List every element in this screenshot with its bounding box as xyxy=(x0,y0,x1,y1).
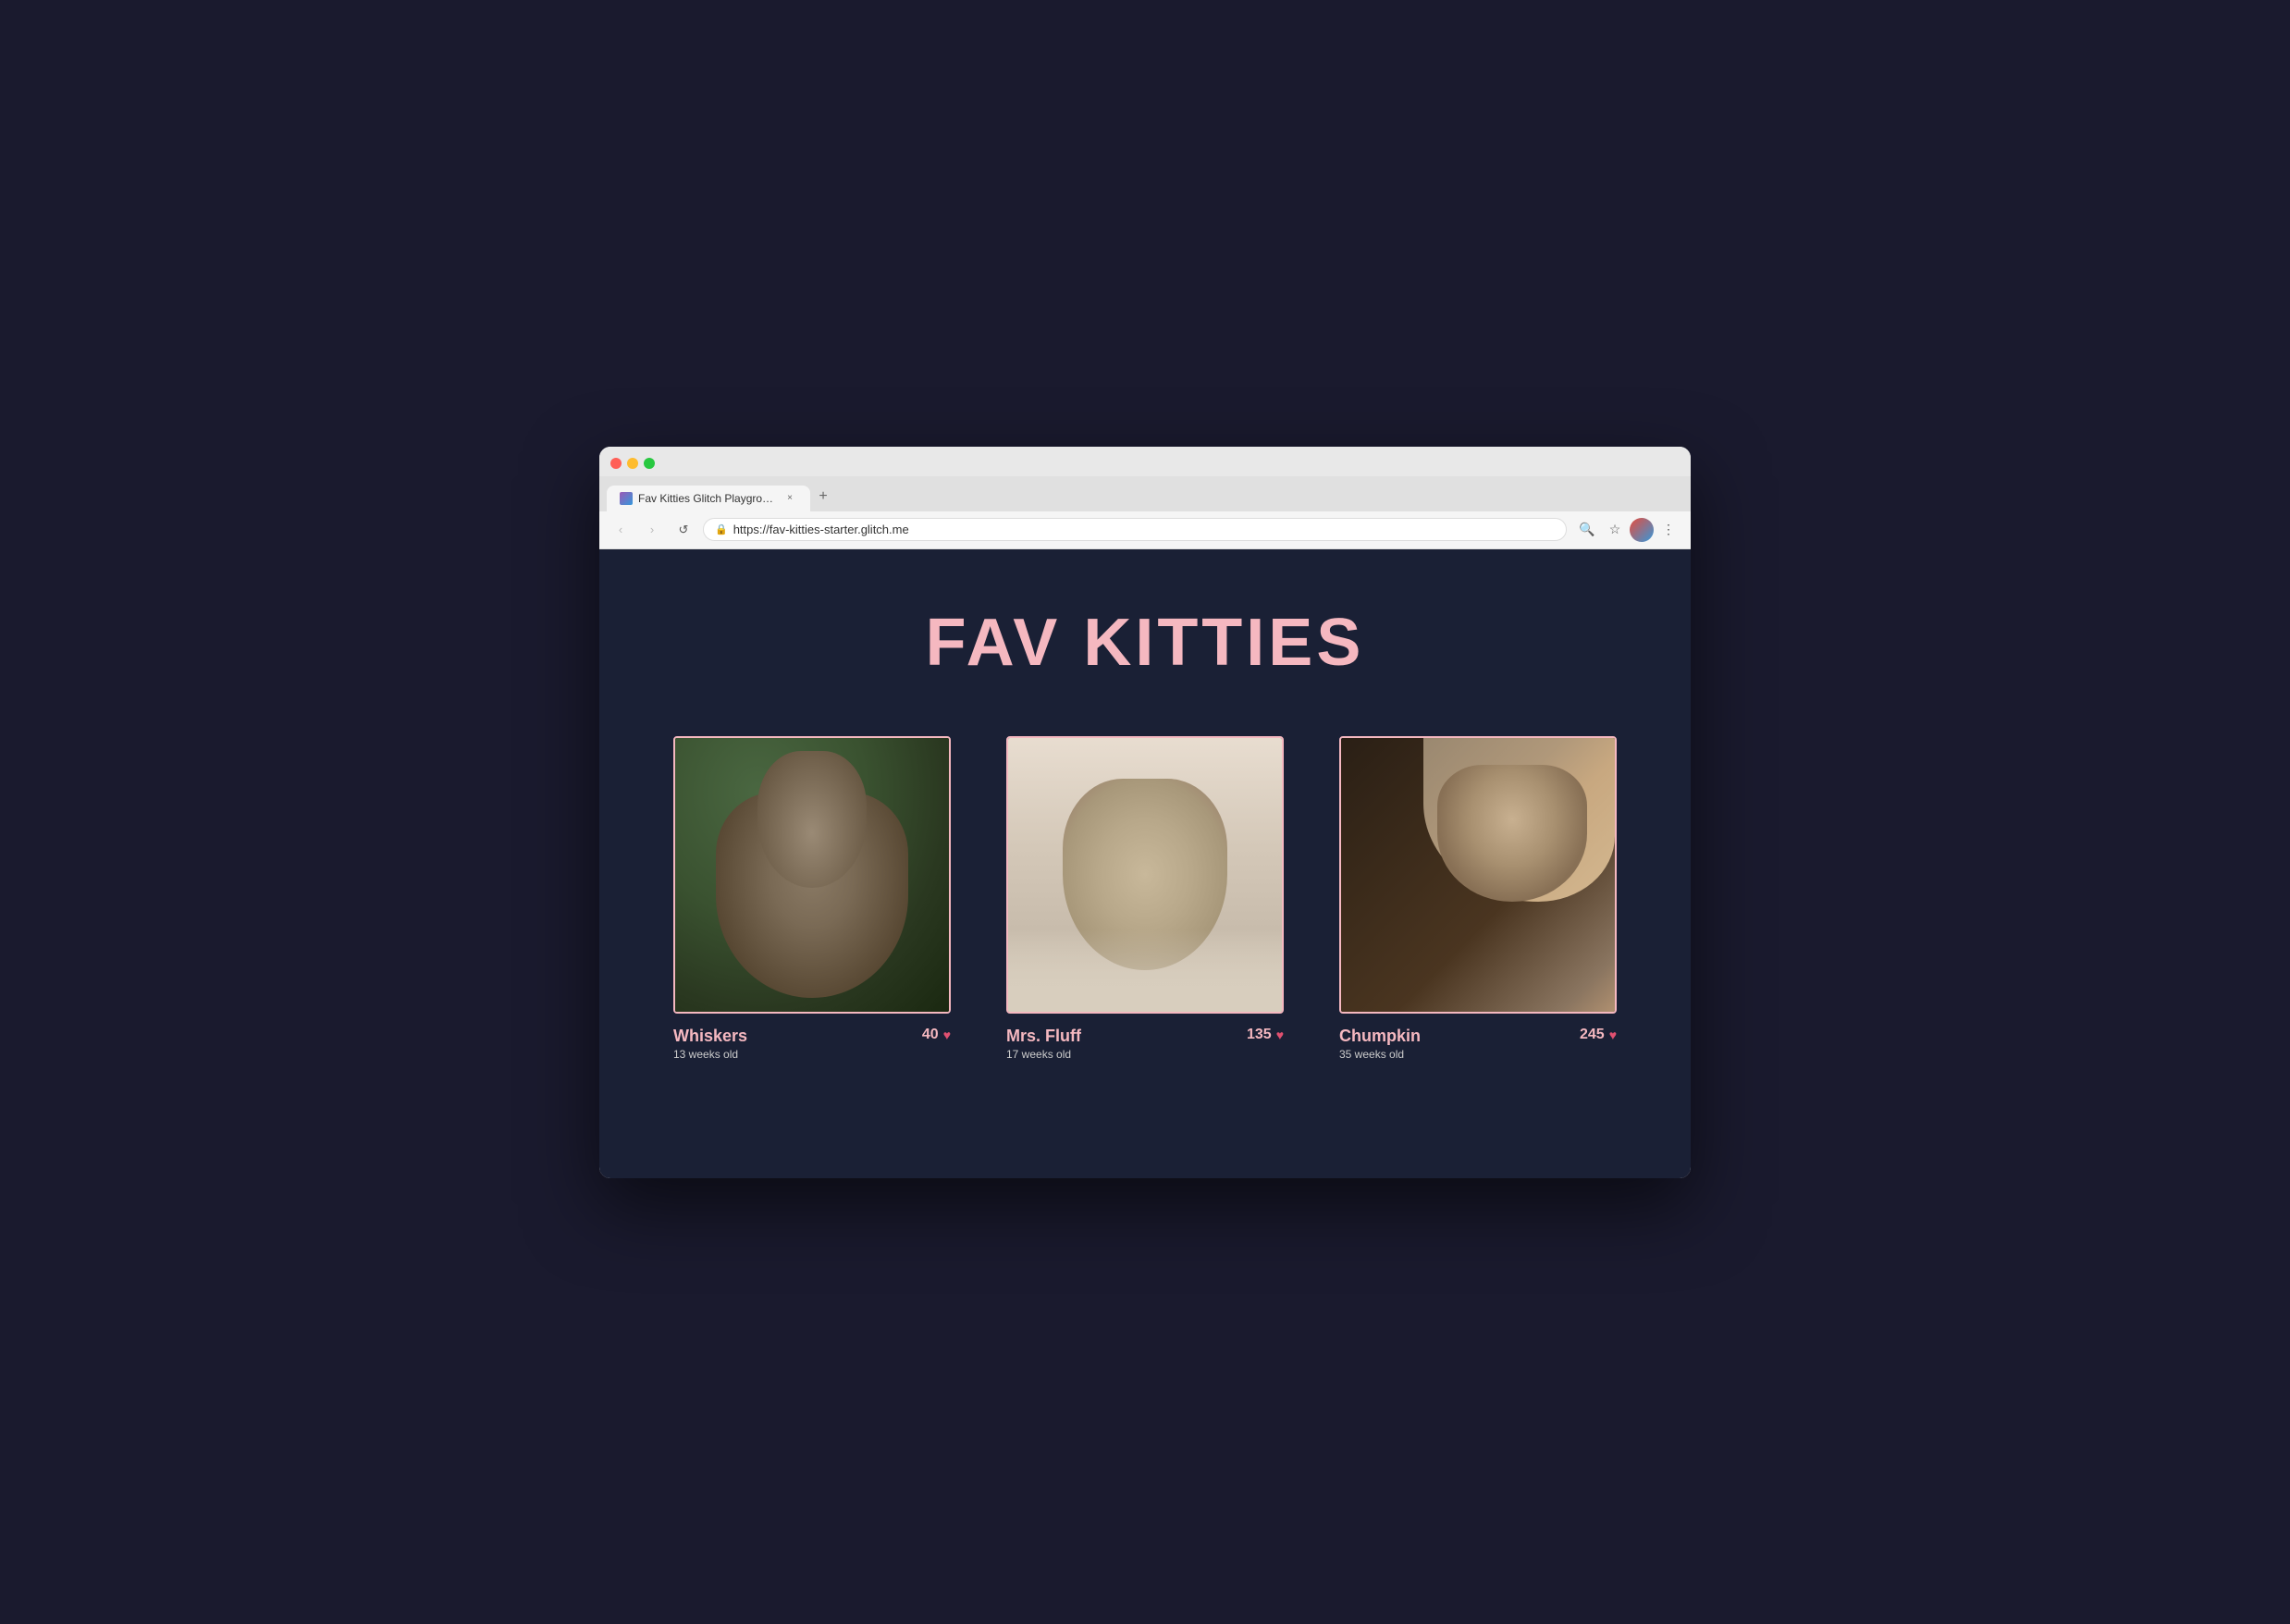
active-tab[interactable]: Fav Kitties Glitch Playground × xyxy=(607,486,810,511)
bookmark-button[interactable]: ☆ xyxy=(1602,517,1628,543)
kitties-grid: Whiskers 13 weeks old 40 ♥ Mrs. Fluff xyxy=(659,736,1631,1061)
kitty-image-chumpkin[interactable] xyxy=(1339,736,1617,1014)
kitty-name-whiskers: Whiskers xyxy=(673,1027,747,1046)
forward-button[interactable]: › xyxy=(640,518,664,542)
menu-button[interactable]: ⋮ xyxy=(1656,517,1681,543)
kitty-age-chumpkin: 35 weeks old xyxy=(1339,1048,1421,1061)
kitty-info-chumpkin: Chumpkin 35 weeks old 245 ♥ xyxy=(1339,1027,1617,1061)
kitty-age-mrs-fluff: 17 weeks old xyxy=(1006,1048,1081,1061)
tab-title: Fav Kitties Glitch Playground xyxy=(638,492,777,505)
kitty-card-chumpkin: Chumpkin 35 weeks old 245 ♥ xyxy=(1339,736,1617,1061)
kitty-name-mrs-fluff: Mrs. Fluff xyxy=(1006,1027,1081,1046)
kitty-likes-whiskers[interactable]: 40 ♥ xyxy=(922,1027,951,1043)
new-tab-button[interactable]: + xyxy=(810,484,836,510)
tab-favicon xyxy=(620,492,633,505)
browser-window: Fav Kitties Glitch Playground × + ‹ › ↺ … xyxy=(599,447,1691,1178)
kitty-name-age-mrs-fluff: Mrs. Fluff 17 weeks old xyxy=(1006,1027,1081,1061)
cat-image-mrs-fluff xyxy=(1008,738,1282,1012)
kitty-age-whiskers: 13 weeks old xyxy=(673,1048,747,1061)
kitty-likes-chumpkin[interactable]: 245 ♥ xyxy=(1580,1027,1617,1043)
kitty-card-whiskers: Whiskers 13 weeks old 40 ♥ xyxy=(673,736,951,1061)
page-title: FAV KITTIES xyxy=(926,605,1365,681)
traffic-lights xyxy=(599,447,1691,476)
kitty-name-age-chumpkin: Chumpkin 35 weeks old xyxy=(1339,1027,1421,1061)
kitty-card-mrs-fluff: Mrs. Fluff 17 weeks old 135 ♥ xyxy=(1006,736,1284,1061)
profile-avatar[interactable] xyxy=(1630,518,1654,542)
kitty-info-mrs-fluff: Mrs. Fluff 17 weeks old 135 ♥ xyxy=(1006,1027,1284,1061)
address-bar-row: ‹ › ↺ 🔒 https://fav-kitties-starter.glit… xyxy=(599,511,1691,549)
toolbar-right: 🔍 ☆ ⋮ xyxy=(1574,517,1681,543)
cat-image-chumpkin xyxy=(1341,738,1615,1012)
minimize-light[interactable] xyxy=(627,458,638,469)
maximize-light[interactable] xyxy=(644,458,655,469)
likes-count-mrs-fluff: 135 xyxy=(1247,1027,1272,1043)
lock-icon: 🔒 xyxy=(715,523,728,535)
cat-image-whiskers xyxy=(675,738,949,1012)
heart-icon-whiskers: ♥ xyxy=(943,1027,951,1042)
url-text: https://fav-kitties-starter.glitch.me xyxy=(733,523,909,536)
tab-bar: Fav Kitties Glitch Playground × + xyxy=(599,476,1691,511)
address-box[interactable]: 🔒 https://fav-kitties-starter.glitch.me xyxy=(703,518,1567,541)
heart-icon-mrs-fluff: ♥ xyxy=(1276,1027,1284,1042)
kitty-name-chumpkin: Chumpkin xyxy=(1339,1027,1421,1046)
kitty-info-whiskers: Whiskers 13 weeks old 40 ♥ xyxy=(673,1027,951,1061)
likes-count-chumpkin: 245 xyxy=(1580,1027,1605,1043)
page-content: FAV KITTIES Whiskers 13 weeks old 40 ♥ xyxy=(599,549,1691,1178)
kitty-image-mrs-fluff[interactable] xyxy=(1006,736,1284,1014)
titlebar: Fav Kitties Glitch Playground × + ‹ › ↺ … xyxy=(599,476,1691,549)
close-light[interactable] xyxy=(610,458,622,469)
kitty-image-whiskers[interactable] xyxy=(673,736,951,1014)
search-button[interactable]: 🔍 xyxy=(1574,517,1600,543)
kitty-name-age-whiskers: Whiskers 13 weeks old xyxy=(673,1027,747,1061)
reload-button[interactable]: ↺ xyxy=(671,518,696,542)
likes-count-whiskers: 40 xyxy=(922,1027,939,1043)
tab-close-button[interactable]: × xyxy=(782,491,797,506)
back-button[interactable]: ‹ xyxy=(609,518,633,542)
kitty-likes-mrs-fluff[interactable]: 135 ♥ xyxy=(1247,1027,1284,1043)
heart-icon-chumpkin: ♥ xyxy=(1609,1027,1617,1042)
